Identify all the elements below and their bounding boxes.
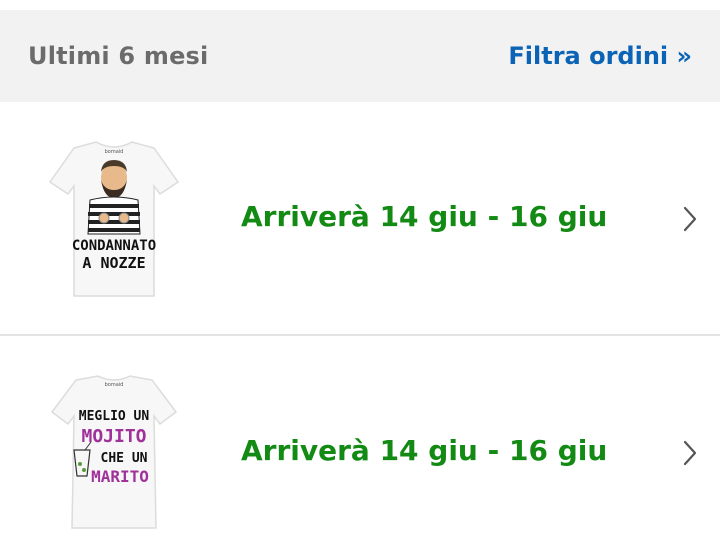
product-image: bomaid MEGLIO UN MOJITO CHE UN MARITO (50, 375, 178, 529)
print-line-2: MOJITO (81, 426, 146, 447)
filter-orders-link[interactable]: Filtra ordini » (508, 42, 692, 70)
print-line-1: MEGLIO UN (79, 409, 150, 424)
print-line-1: CONDANNATO (72, 238, 156, 254)
product-image: bomaid CONDANNATO A NOZZE (48, 141, 180, 297)
delivery-status: Arriverà 14 giu - 16 giu (241, 200, 608, 233)
orders-filter-header: Ultimi 6 mesi Filtra ordini » (0, 10, 720, 102)
print-line-4: MARITO (91, 467, 149, 486)
chevron-right-icon[interactable] (680, 438, 700, 468)
print-line-3: CHE UN (101, 451, 148, 466)
time-range-label: Ultimi 6 mesi (28, 42, 209, 70)
order-item[interactable]: bomaid MEGLIO UN MOJITO CHE UN MARITO Ar… (0, 336, 720, 557)
brand-tag: bomaid (105, 382, 124, 388)
brand-tag: bomaid (105, 149, 124, 155)
print-line-2: A NOZZE (82, 254, 145, 272)
delivery-status: Arriverà 14 giu - 16 giu (241, 434, 608, 467)
chevron-right-icon[interactable] (680, 204, 700, 234)
order-item[interactable]: bomaid CONDANNATO A NOZZE Arriverà 14 gi… (0, 102, 720, 334)
